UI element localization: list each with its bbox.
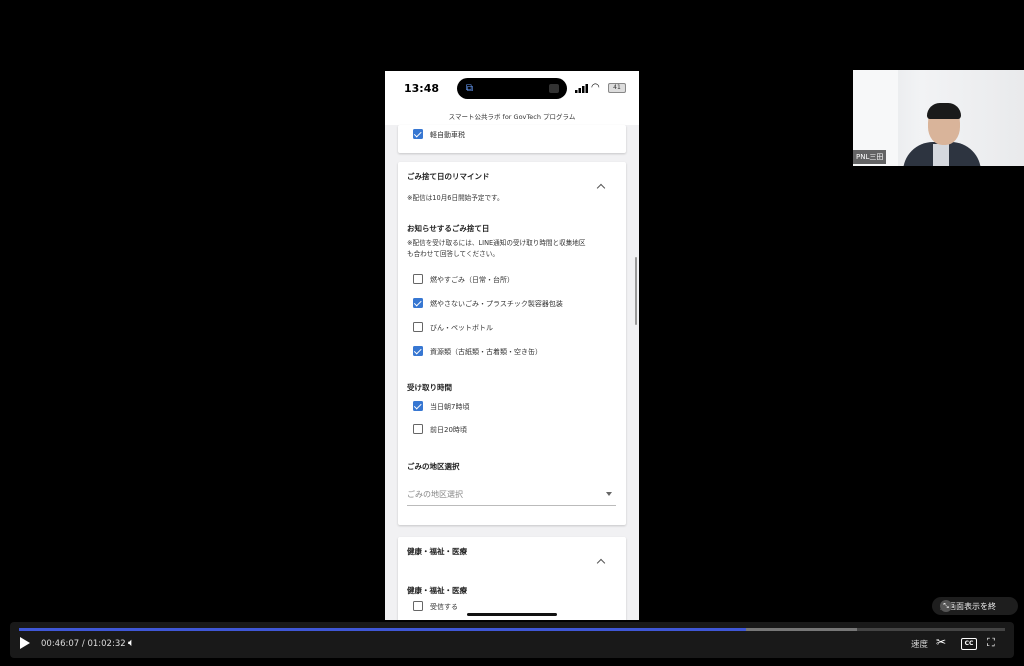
- progress-bar: [19, 628, 747, 631]
- checkbox-label: 燃やすごみ（日常・台所）: [430, 276, 514, 284]
- screen-share-icon: ⧉: [465, 83, 474, 94]
- health-card: 健康・福祉・医療 健康・福祉・医療 受信する: [398, 537, 626, 620]
- checkbox-label: 資源類（古紙類・古着類・空き缶）: [430, 348, 542, 356]
- checkbox-label: びん・ペットボトル: [430, 324, 493, 332]
- checkbox-kei-car-tax[interactable]: [413, 129, 423, 139]
- cc-icon[interactable]: CC: [961, 638, 977, 650]
- seek-bar[interactable]: [19, 628, 1005, 631]
- home-indicator[interactable]: [467, 613, 557, 616]
- current-time: 00:46:07: [41, 639, 80, 649]
- wifi-icon: ◠: [591, 82, 600, 93]
- status-time: 13:48: [404, 82, 440, 95]
- checkbox-label: 受信する: [430, 603, 458, 611]
- status-bar: 13:48 ⧉ ◠ 41: [385, 71, 639, 105]
- days-note-1: ※配信を受け取るには、LINE通知の受け取り時間と収集地区: [407, 239, 586, 247]
- phone-screen: 13:48 ⧉ ◠ 41 スマート公共ラボ for GovTech プログラム …: [385, 71, 639, 620]
- area-select[interactable]: ごみの地区選択: [407, 477, 616, 506]
- duration: 01:02:32: [87, 639, 126, 649]
- checkbox-evening[interactable]: [413, 424, 423, 434]
- site-header: スマート公共ラボ for GovTech プログラム: [385, 105, 639, 125]
- webcam-overlay: PNL三田: [853, 70, 1024, 166]
- checkbox-resources[interactable]: [413, 346, 423, 356]
- garbage-reminder-card: ごみ捨て日のリマインド ※配信は10月6日開始予定です。 お知らせするごみ捨て日…: [398, 162, 626, 525]
- checkbox-receive[interactable]: [413, 601, 423, 611]
- battery-icon: 41: [608, 83, 626, 93]
- video-controls: 00:46:07 / 01:02:32 🔈︎ 速度 ✂ CC ⛶: [10, 622, 1014, 658]
- recording-icon: [549, 84, 559, 93]
- scissors-icon[interactable]: ✂: [936, 635, 946, 649]
- time-display: 00:46:07 / 01:02:32: [41, 639, 126, 649]
- play-icon[interactable]: [20, 637, 30, 649]
- checkbox-label: 軽自動車税: [430, 131, 465, 139]
- checkbox-nonburnable[interactable]: [413, 298, 423, 308]
- exit-fullscreen-icon[interactable]: ⛶: [987, 636, 995, 650]
- checkbox-morning[interactable]: [413, 401, 423, 411]
- dropdown-arrow-icon: [606, 492, 612, 496]
- checkbox-bottles[interactable]: [413, 322, 423, 332]
- participant-name: PNL三田: [853, 150, 887, 164]
- time-heading: 受け取り時間: [407, 383, 452, 392]
- days-heading: お知らせするごみ捨て日: [407, 224, 490, 233]
- area-heading: ごみの地区選択: [407, 462, 460, 471]
- section-title: 健康・福祉・医療: [407, 547, 467, 556]
- signal-icon: [575, 84, 588, 93]
- checkbox-label: 前日20時頃: [430, 426, 467, 434]
- speed-button[interactable]: 速度: [911, 638, 928, 650]
- exit-fullscreen-icon: ⤡: [940, 600, 952, 612]
- section-title: ごみ捨て日のリマインド: [407, 172, 490, 181]
- chevron-up-icon[interactable]: [596, 183, 606, 193]
- checkbox-label: 当日朝7時頃: [430, 403, 470, 411]
- time-separator: /: [81, 639, 85, 649]
- section-note: ※配信は10月6日開始予定です。: [407, 194, 504, 202]
- site-title: スマート公共ラボ for GovTech プログラム: [448, 113, 576, 121]
- volume-icon[interactable]: 🔈︎: [128, 636, 135, 650]
- health-sub-heading: 健康・福祉・医療: [407, 586, 467, 595]
- tax-card: 軽自動車税: [398, 125, 626, 153]
- exit-fullscreen-tooltip: 全画面表示を終 ⤡: [932, 597, 1018, 615]
- dynamic-island: ⧉: [457, 78, 567, 99]
- scrollbar[interactable]: [635, 257, 637, 325]
- area-select-placeholder: ごみの地区選択: [407, 490, 463, 499]
- checkbox-burnable[interactable]: [413, 274, 423, 284]
- checkbox-label: 燃やさないごみ・プラスチック製容器包装: [430, 300, 563, 308]
- chevron-up-icon[interactable]: [596, 558, 606, 568]
- days-note-2: も合わせて回答してください。: [407, 250, 499, 258]
